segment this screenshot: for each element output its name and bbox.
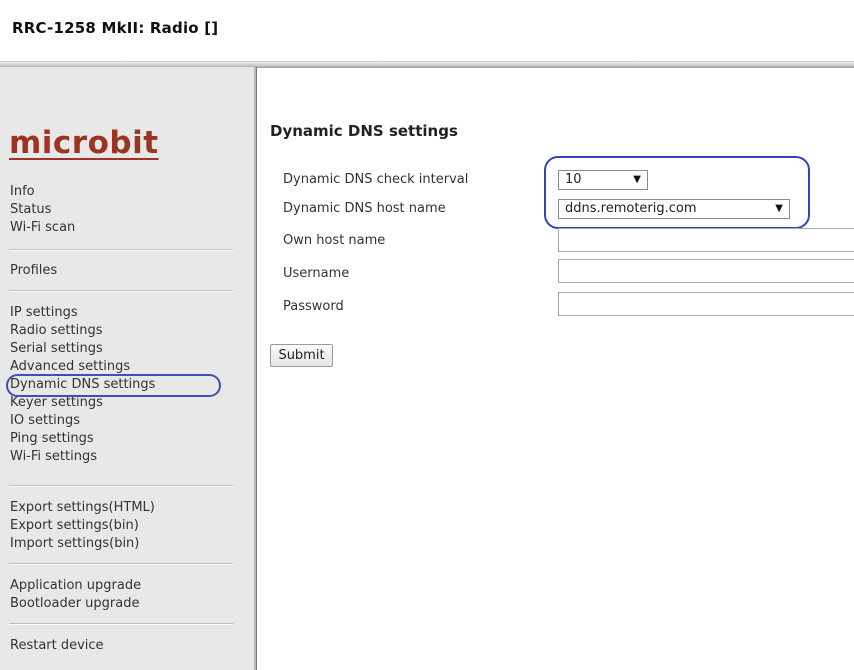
sidebar-item-info[interactable]: Info (10, 183, 75, 201)
main-content: Dynamic DNS settings Dynamic DNS check i… (258, 67, 854, 670)
sidebar-item-io-settings[interactable]: IO settings (10, 412, 155, 430)
sidebar-divider (9, 563, 233, 565)
logo: microbit (9, 125, 159, 161)
sidebar-item-restart-device[interactable]: Restart device (10, 637, 104, 655)
triangle-down-icon: ▼ (633, 174, 641, 185)
check-interval-label: Dynamic DNS check interval (283, 172, 469, 187)
username-label: Username (283, 266, 350, 281)
sidebar-item-ping-settings[interactable]: Ping settings (10, 430, 155, 448)
sidebar-item-keyer-settings[interactable]: Keyer settings (10, 394, 155, 412)
nav-group-settings: IP settings Radio settings Serial settin… (10, 304, 155, 466)
sidebar-item-profiles[interactable]: Profiles (10, 262, 57, 280)
sidebar-item-dynamic-dns-settings[interactable]: Dynamic DNS settings (10, 376, 155, 394)
check-interval-value: 10 (565, 172, 582, 187)
sidebar-item-export-bin[interactable]: Export settings(bin) (10, 517, 155, 535)
sidebar-item-advanced-settings[interactable]: Advanced settings (10, 358, 155, 376)
sidebar-item-status[interactable]: Status (10, 201, 75, 219)
username-input[interactable] (558, 259, 854, 283)
nav-group-profiles: Profiles (10, 262, 57, 280)
sidebar-divider (9, 290, 233, 292)
sidebar-divider (9, 623, 233, 625)
sidebar-item-serial-settings[interactable]: Serial settings (10, 340, 155, 358)
sidebar-divider (9, 485, 233, 487)
nav-group-export: Export settings(HTML) Export settings(bi… (10, 499, 155, 553)
password-input[interactable] (558, 292, 854, 316)
sidebar-divider (9, 249, 233, 251)
sidebar: microbit Info Status Wi-Fi scan Profiles… (0, 67, 257, 670)
host-name-label: Dynamic DNS host name (283, 201, 446, 216)
submit-button[interactable]: Submit (270, 344, 333, 367)
sidebar-item-ip-settings[interactable]: IP settings (10, 304, 155, 322)
password-label: Password (283, 299, 344, 314)
sidebar-item-wifi-settings[interactable]: Wi-Fi settings (10, 448, 155, 466)
page-title: RRC-1258 MkII: Radio [] (12, 19, 219, 37)
nav-group-restart: Restart device (10, 637, 104, 655)
sidebar-item-radio-settings[interactable]: Radio settings (10, 322, 155, 340)
nav-group-info: Info Status Wi-Fi scan (10, 183, 75, 237)
sidebar-item-wifi-scan[interactable]: Wi-Fi scan (10, 219, 75, 237)
section-title: Dynamic DNS settings (270, 122, 458, 140)
sidebar-item-application-upgrade[interactable]: Application upgrade (10, 577, 141, 595)
sidebar-item-export-html[interactable]: Export settings(HTML) (10, 499, 155, 517)
own-host-name-input[interactable] (558, 228, 854, 252)
triangle-down-icon: ▼ (775, 203, 783, 214)
nav-group-upgrade: Application upgrade Bootloader upgrade (10, 577, 141, 613)
check-interval-select[interactable]: 10 ▼ (558, 170, 648, 190)
host-name-value: ddns.remoterig.com (565, 201, 697, 216)
host-name-select[interactable]: ddns.remoterig.com ▼ (558, 199, 790, 219)
sidebar-item-import-bin[interactable]: Import settings(bin) (10, 535, 155, 553)
sidebar-item-bootloader-upgrade[interactable]: Bootloader upgrade (10, 595, 141, 613)
own-host-name-label: Own host name (283, 233, 386, 248)
